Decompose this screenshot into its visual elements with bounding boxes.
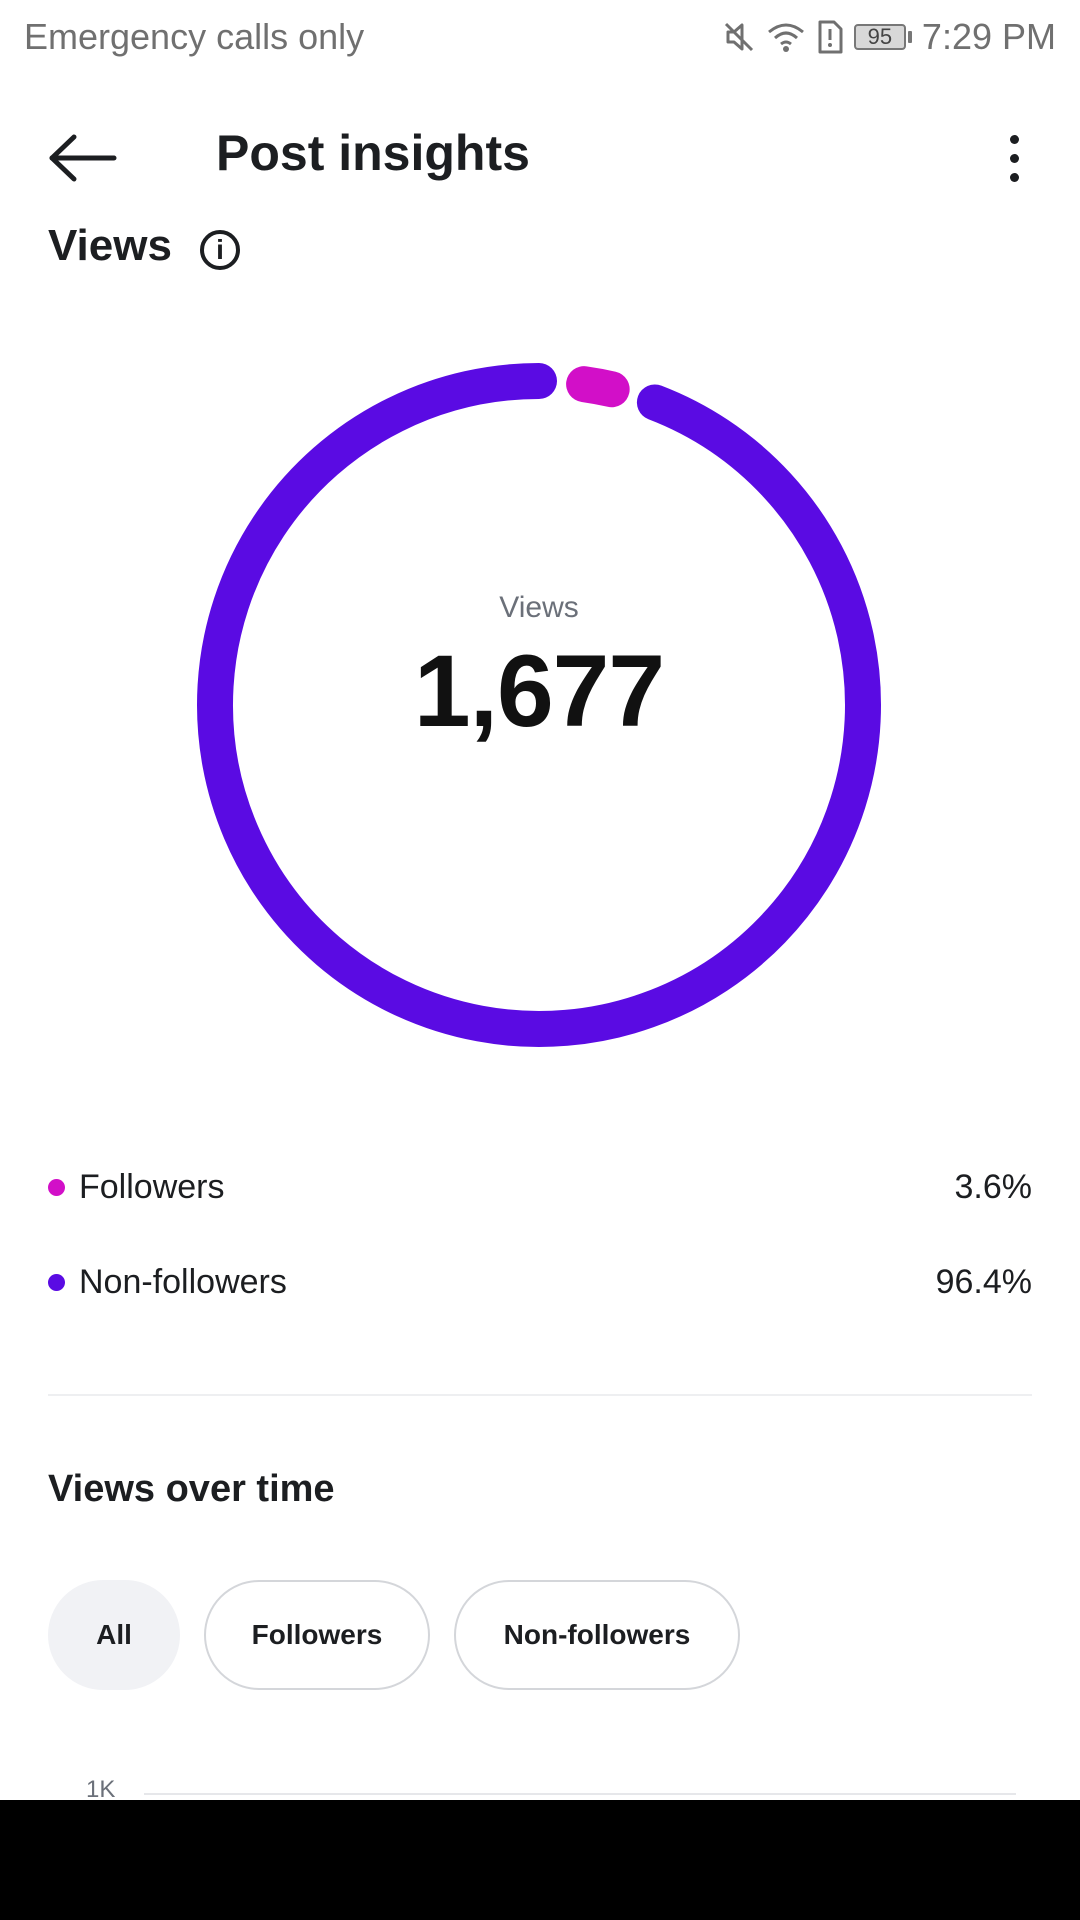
views-section-header: Views i [48,226,240,286]
back-button[interactable] [38,126,128,190]
sim-alert-icon [816,20,844,54]
wifi-icon [766,20,806,54]
views-donut-chart: Views 1,677 [196,362,882,1048]
chip-followers[interactable]: Followers [204,1580,430,1690]
status-time: 7:29 PM [921,16,1056,57]
app-header: Post insights [0,100,1080,216]
system-navigation-bar [0,1800,1080,1920]
views-over-time-title: Views over time [48,1468,335,1510]
donut-center-label: Views [499,590,579,624]
chip-all[interactable]: All [48,1580,180,1690]
y-axis-tick-label: 1K [86,1776,116,1800]
audience-filter-chips: All Followers Non-followers [48,1580,740,1690]
carrier-status-text: Emergency calls only [24,16,365,57]
legend-row-non-followers: Non-followers 96.4% [48,1235,1032,1330]
battery-level: 95 [853,24,906,50]
more-vertical-icon [1009,134,1019,144]
status-icons: 95 7:29 PM [722,16,1056,58]
post-insights-screen: Emergency calls only 95 7:29 PM Views i … [0,0,1080,1920]
views-section-title: Views [48,226,172,270]
audience-legend: Followers 3.6% Non-followers 96.4% [48,1140,1032,1330]
legend-label-followers: Followers [79,1168,225,1206]
page-title: Post insights [216,125,530,181]
mute-icon [722,20,756,54]
legend-value-non-followers: 96.4% [935,1263,1032,1301]
back-arrow-icon [49,134,117,182]
chip-non-followers[interactable]: Non-followers [454,1580,740,1690]
legend-dot-non-followers [48,1274,65,1291]
info-icon[interactable]: i [199,230,240,270]
legend-value-followers: 3.6% [954,1168,1033,1206]
section-divider [48,1394,1032,1396]
donut-center: Views 1,677 [196,362,882,1048]
status-bar: Emergency calls only 95 7:29 PM [0,0,1080,74]
views-over-time-chart: 1K [48,1760,1032,1800]
legend-row-followers: Followers 3.6% [48,1140,1032,1235]
donut-center-value: 1,677 [413,633,665,748]
more-options-button[interactable] [990,126,1038,190]
legend-dot-followers [48,1179,65,1196]
y-axis-gridline [144,1793,1016,1795]
legend-label-non-followers: Non-followers [79,1263,287,1301]
battery-icon: 95 [853,24,912,50]
